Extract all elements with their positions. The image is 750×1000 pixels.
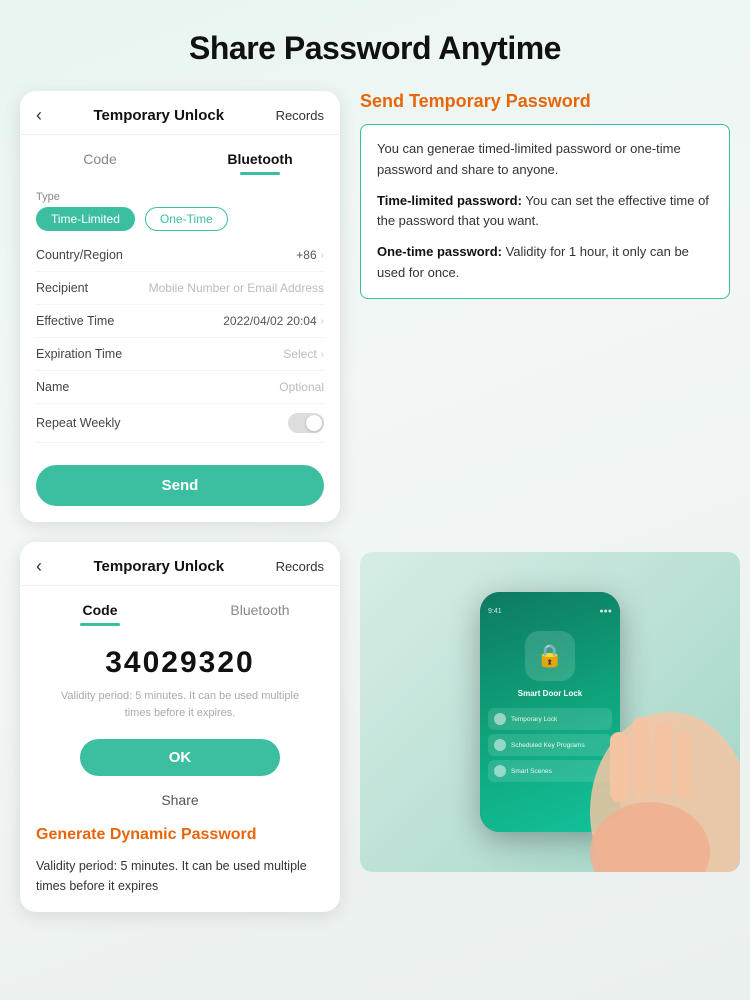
type-label: Type bbox=[36, 191, 324, 203]
back-icon-top[interactable]: ‹ bbox=[36, 105, 42, 126]
chevron-country-icon: › bbox=[321, 250, 324, 261]
field-recipient-label: Recipient bbox=[36, 281, 88, 295]
records-link-bottom[interactable]: Records bbox=[276, 559, 324, 574]
time-limited-label: Time-limited password: bbox=[377, 193, 522, 208]
field-recipient: Recipient Mobile Number or Email Address bbox=[36, 272, 324, 305]
mini-menu-text-3: Smart Scenes bbox=[511, 768, 552, 775]
bottom-tab-row: Code Bluetooth bbox=[20, 586, 340, 626]
field-effective-time: Effective Time 2022/04/02 20:04 › bbox=[36, 305, 324, 338]
code-number: 34029320 bbox=[30, 646, 330, 680]
bottom-row: ‹ Temporary Unlock Records Code Bluetoot… bbox=[20, 542, 730, 912]
field-country-label: Country/Region bbox=[36, 248, 123, 262]
bottom-phone-title: Temporary Unlock bbox=[93, 558, 224, 575]
hand-phone-illustration: 9:41 ●●● 🔒 Smart Door Lock bbox=[360, 552, 740, 872]
generate-title: Generate Dynamic Password bbox=[36, 826, 324, 844]
type-time-limited[interactable]: Time-Limited bbox=[36, 207, 135, 231]
send-button[interactable]: Send bbox=[36, 465, 324, 506]
top-tab-row: Code Bluetooth bbox=[20, 135, 340, 175]
generate-description: Validity period: 5 minutes. It can be us… bbox=[36, 856, 324, 896]
send-password-info-box: Send Temporary Password You can generae … bbox=[360, 91, 730, 299]
field-expiration-time: Expiration Time Select › bbox=[36, 338, 324, 371]
mini-menu-dot-1 bbox=[494, 713, 506, 725]
bottom-phone-card: ‹ Temporary Unlock Records Code Bluetoot… bbox=[20, 542, 340, 912]
top-phone-card: ‹ Temporary Unlock Records Code Bluetoot… bbox=[20, 91, 340, 522]
page-title: Share Password Anytime bbox=[0, 20, 750, 91]
code-validity: Validity period: 5 minutes. It can be us… bbox=[30, 688, 330, 721]
chevron-expiration-icon: › bbox=[321, 349, 324, 360]
ok-button[interactable]: OK bbox=[80, 739, 280, 776]
back-icon-bottom[interactable]: ‹ bbox=[36, 556, 42, 577]
share-button[interactable]: Share bbox=[20, 788, 340, 812]
send-password-description: You can generae timed-limited password o… bbox=[377, 139, 713, 181]
one-time-info: One-time password: Validity for 1 hour, … bbox=[377, 242, 713, 284]
type-buttons: Time-Limited One-Time bbox=[36, 207, 324, 231]
top-row: ‹ Temporary Unlock Records Code Bluetoot… bbox=[20, 91, 730, 522]
one-time-label: One-time password: bbox=[377, 244, 502, 259]
page-wrapper: Share Password Anytime ‹ Temporary Unloc… bbox=[0, 0, 750, 1000]
content-area: ‹ Temporary Unlock Records Code Bluetoot… bbox=[0, 91, 750, 912]
tab-code-top[interactable]: Code bbox=[20, 145, 180, 175]
bottom-right-wrapper: 9:41 ●●● 🔒 Smart Door Lock bbox=[360, 542, 740, 872]
chevron-effective-icon: › bbox=[321, 316, 324, 327]
send-password-title: Send Temporary Password bbox=[360, 91, 730, 112]
mini-menu-dot-2 bbox=[494, 739, 506, 751]
field-country: Country/Region +86 › bbox=[36, 239, 324, 272]
field-name: Name Optional bbox=[36, 371, 324, 404]
hand-background: 9:41 ●●● 🔒 Smart Door Lock bbox=[360, 552, 740, 872]
send-password-card: You can generae timed-limited password o… bbox=[360, 124, 730, 299]
field-expiration-time-value[interactable]: Select › bbox=[283, 347, 324, 361]
repeat-weekly-toggle[interactable] bbox=[288, 413, 324, 433]
field-expiration-time-label: Expiration Time bbox=[36, 347, 122, 361]
field-name-value[interactable]: Optional bbox=[279, 380, 324, 394]
field-name-label: Name bbox=[36, 380, 69, 394]
top-phone-header: ‹ Temporary Unlock Records bbox=[20, 91, 340, 135]
field-repeat-weekly: Repeat Weekly bbox=[36, 404, 324, 443]
field-effective-time-label: Effective Time bbox=[36, 314, 114, 328]
top-phone-title: Temporary Unlock bbox=[93, 107, 224, 124]
field-effective-time-value[interactable]: 2022/04/02 20:04 › bbox=[223, 314, 324, 328]
tab-bluetooth-top[interactable]: Bluetooth bbox=[180, 145, 340, 175]
hand-svg bbox=[550, 612, 740, 872]
field-recipient-value[interactable]: Mobile Number or Email Address bbox=[149, 281, 324, 295]
tab-bluetooth-bottom[interactable]: Bluetooth bbox=[180, 596, 340, 626]
bottom-phone-header: ‹ Temporary Unlock Records bbox=[20, 542, 340, 586]
field-country-value[interactable]: +86 › bbox=[296, 248, 324, 262]
generate-section: Generate Dynamic Password Validity perio… bbox=[20, 816, 340, 902]
field-repeat-weekly-label: Repeat Weekly bbox=[36, 416, 121, 430]
tab-code-bottom[interactable]: Code bbox=[20, 596, 180, 626]
time-limited-info: Time-limited password: You can set the e… bbox=[377, 191, 713, 233]
mini-menu-dot-3 bbox=[494, 765, 506, 777]
top-form-section: Type Time-Limited One-Time Country/Regio… bbox=[20, 175, 340, 451]
code-display: 34029320 Validity period: 5 minutes. It … bbox=[20, 626, 340, 727]
records-link-top[interactable]: Records bbox=[276, 108, 324, 123]
type-one-time[interactable]: One-Time bbox=[145, 207, 228, 231]
